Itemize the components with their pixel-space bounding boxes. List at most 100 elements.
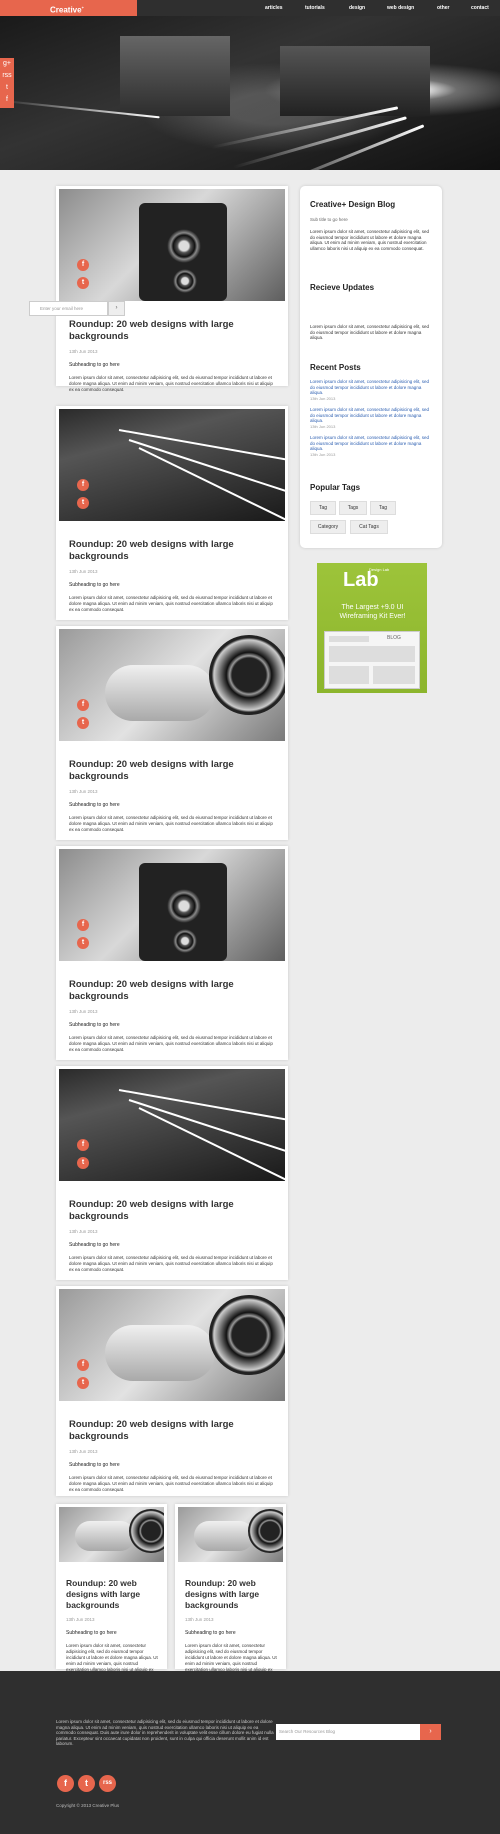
- sidebar-updates-title: Recieve Updates: [310, 283, 375, 292]
- finger-graphic: [75, 1521, 135, 1551]
- post-title[interactable]: Roundup: 20 web designs with large backg…: [66, 1578, 157, 1611]
- camera-lens: [173, 269, 197, 293]
- logo-text: Creative: [50, 5, 82, 15]
- sidebar-blog-title: Creative+ Design Blog: [310, 200, 396, 209]
- post-subheading: Subheading to go here: [69, 1022, 120, 1028]
- post-subheading: Subheading to go here: [66, 1630, 117, 1636]
- light-trail: [128, 439, 285, 497]
- subscribe-button[interactable]: ›: [108, 301, 125, 316]
- twitter-icon[interactable]: t: [0, 82, 14, 94]
- facebook-icon[interactable]: f: [57, 1775, 74, 1792]
- post-excerpt: Lorem ipsum dolor sit amet, consectetur …: [69, 1475, 273, 1492]
- post-date: 13th Jun 2013: [69, 1449, 98, 1454]
- logo-mark: +: [81, 5, 84, 10]
- ad-screen-block: [373, 666, 415, 684]
- camera-lens: [167, 889, 201, 923]
- post-image-finger[interactable]: f t: [59, 629, 285, 741]
- post-subheading: Subheading to go here: [69, 362, 120, 368]
- post-card: f t Roundup: 20 web designs with large b…: [56, 846, 288, 1060]
- nav-item-contact[interactable]: contact: [471, 0, 489, 16]
- ad-logo: Lab: [343, 569, 379, 591]
- post-title[interactable]: Roundup: 20 web designs with large backg…: [69, 759, 275, 783]
- finger-graphic: [194, 1521, 254, 1551]
- twitter-icon[interactable]: t: [78, 1775, 95, 1792]
- post-title[interactable]: Roundup: 20 web designs with large backg…: [185, 1578, 276, 1611]
- camera-dial: [209, 635, 285, 715]
- twitter-share-icon[interactable]: t: [77, 277, 89, 289]
- finger-graphic: [105, 665, 215, 721]
- camera-dial: [129, 1509, 164, 1553]
- post-card-small: Roundup: 20 web designs with large backg…: [56, 1504, 167, 1678]
- sidebar: Creative+ Design Blog Sub title to go he…: [300, 186, 442, 548]
- nav-item-tutorials[interactable]: tutorials: [305, 0, 325, 16]
- post-card: f t Roundup: 20 web designs with large b…: [56, 186, 288, 392]
- post-date: 13th Jun 2013: [69, 1229, 98, 1234]
- post-subheading: Subheading to go here: [69, 802, 120, 808]
- sidebar-blog-text: Lorem ipsum dolor sit amet, consectetur …: [310, 229, 430, 251]
- post-image-finger[interactable]: [178, 1507, 283, 1562]
- rss-icon[interactable]: rss: [99, 1775, 116, 1792]
- post-date: 13th Jun 2013: [69, 569, 98, 574]
- post-image-finger[interactable]: f t: [59, 1289, 285, 1401]
- facebook-share-icon[interactable]: f: [77, 1139, 89, 1151]
- nav-item-design[interactable]: design: [349, 0, 365, 16]
- post-date: 13th Jun 2013: [66, 1617, 95, 1622]
- twitter-share-icon[interactable]: t: [77, 717, 89, 729]
- post-date: 13th Jun 2013: [185, 1617, 214, 1622]
- post-image-camera[interactable]: f t: [59, 189, 285, 301]
- post-title[interactable]: Roundup: 20 web designs with large backg…: [69, 1199, 275, 1223]
- footer-search-input[interactable]: Search Our Resources Blog: [276, 1724, 420, 1740]
- twitter-share-icon[interactable]: t: [77, 497, 89, 509]
- footer: Lorem ipsum dolor sit amet, consectetur …: [0, 1671, 500, 1834]
- post-subheading: Subheading to go here: [185, 1630, 236, 1636]
- post-excerpt: Lorem ipsum dolor sit amet, consectetur …: [69, 595, 273, 612]
- post-card: f t Roundup: 20 web designs with large b…: [56, 1066, 288, 1280]
- twitter-share-icon[interactable]: t: [77, 1157, 89, 1169]
- sidebar-blog-subtitle: Sub title to go here: [310, 217, 348, 222]
- facebook-share-icon[interactable]: f: [77, 259, 89, 271]
- post-subheading: Subheading to go here: [69, 1462, 120, 1468]
- ad-screen-bar: [329, 636, 369, 642]
- post-card: f t Roundup: 20 web designs with large b…: [56, 1286, 288, 1496]
- post-date: 13th Jun 2013: [69, 789, 98, 794]
- post-title[interactable]: Roundup: 20 web designs with large backg…: [69, 1419, 275, 1443]
- nav-item-articles[interactable]: articles: [265, 0, 283, 16]
- post-date: 13th Jun 2013: [69, 349, 98, 354]
- light-trail: [128, 1099, 285, 1157]
- nav-item-web-design[interactable]: web design: [387, 0, 414, 16]
- facebook-share-icon[interactable]: f: [77, 479, 89, 491]
- post-image-road[interactable]: f t: [59, 1069, 285, 1181]
- post-excerpt: Lorem ipsum dolor sit amet, consectetur …: [69, 815, 273, 832]
- camera-dial: [248, 1509, 283, 1553]
- post-image-finger[interactable]: [59, 1507, 164, 1562]
- footer-search-button[interactable]: ›: [420, 1724, 441, 1740]
- nav-item-other[interactable]: other: [437, 0, 450, 16]
- hero-building: [120, 36, 230, 116]
- sidebar-ad-banner[interactable]: Design Lab Lab The Largest +9.0 UI Wiref…: [317, 563, 427, 693]
- post-title[interactable]: Roundup: 20 web designs with large backg…: [69, 539, 275, 563]
- post-image-camera[interactable]: f t: [59, 849, 285, 961]
- twitter-share-icon[interactable]: t: [77, 1377, 89, 1389]
- facebook-share-icon[interactable]: f: [77, 919, 89, 931]
- hero-tunnel: [280, 46, 430, 116]
- top-nav-bar: Creative+ articles tutorials design web …: [0, 0, 500, 16]
- facebook-share-icon[interactable]: f: [77, 1359, 89, 1371]
- camera-lens: [173, 929, 197, 953]
- twitter-share-icon[interactable]: t: [77, 937, 89, 949]
- finger-graphic: [105, 1325, 215, 1381]
- post-title[interactable]: Roundup: 20 web designs with large backg…: [69, 979, 275, 1003]
- post-excerpt: Lorem ipsum dolor sit amet, consectetur …: [69, 375, 273, 392]
- site-logo[interactable]: Creative+: [0, 0, 137, 16]
- post-subheading: Subheading to go here: [69, 1242, 120, 1248]
- facebook-share-icon[interactable]: f: [77, 699, 89, 711]
- post-image-road[interactable]: f t: [59, 409, 285, 521]
- post-card: f t Roundup: 20 web designs with large b…: [56, 406, 288, 620]
- rss-icon[interactable]: rss: [0, 70, 14, 82]
- facebook-icon[interactable]: f: [0, 94, 14, 106]
- ad-screen-label: BLOG: [387, 635, 401, 641]
- email-subscribe-input[interactable]: Enter your email here: [29, 301, 108, 316]
- post-card-small: Roundup: 20 web designs with large backg…: [175, 1504, 286, 1678]
- hero-social-strip: g+ rss t f: [0, 58, 14, 108]
- post-title[interactable]: Roundup: 20 web designs with large backg…: [69, 319, 275, 343]
- google-plus-icon[interactable]: g+: [0, 58, 14, 70]
